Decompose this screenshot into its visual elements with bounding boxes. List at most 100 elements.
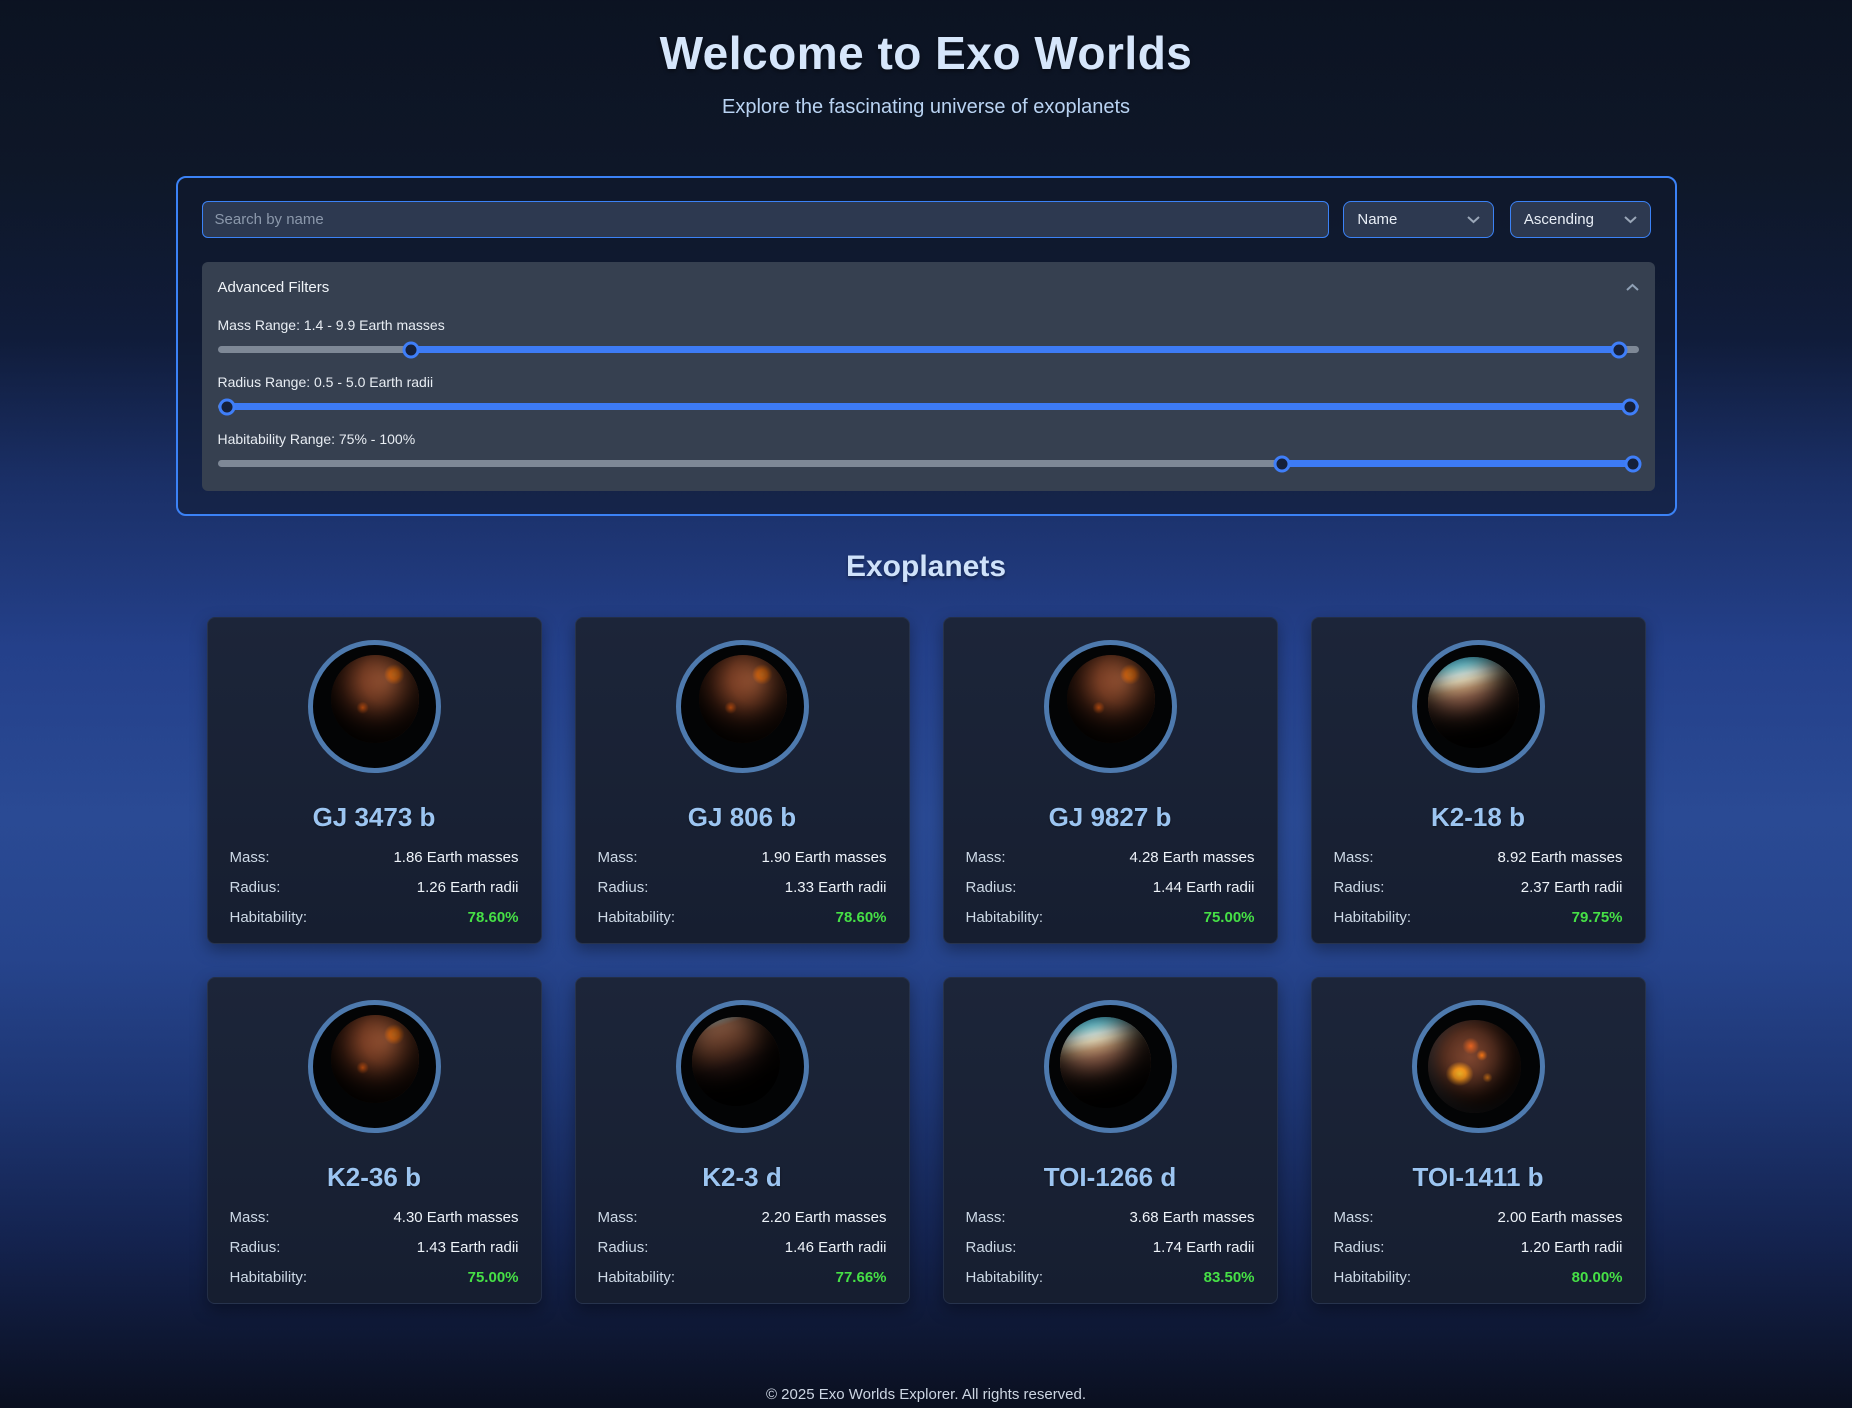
radius-value: 1.33 Earth radii [785, 879, 887, 896]
sort-order-select[interactable]: Ascending [1510, 201, 1651, 238]
radius-label: Radius: [598, 879, 649, 896]
radius-range-slider[interactable] [218, 403, 1639, 410]
radius-label: Radius: [598, 1239, 649, 1256]
mass-range-filter: Mass Range: 1.4 - 9.9 Earth masses [218, 317, 1639, 353]
advanced-filters-header[interactable]: Advanced Filters [218, 279, 1639, 296]
chevron-down-icon [1624, 215, 1637, 224]
mass-label: Mass: [598, 1209, 638, 1226]
planet-card[interactable]: GJ 9827 b Mass:4.28 Earth masses Radius:… [943, 617, 1278, 944]
mass-value: 2.20 Earth masses [761, 1209, 886, 1226]
advanced-filters-panel: Advanced Filters Mass Range: 1.4 - 9.9 E… [202, 262, 1655, 491]
planet-card[interactable]: GJ 3473 b Mass:1.86 Earth masses Radius:… [207, 617, 542, 944]
habitability-label: Habitability: [1334, 1269, 1412, 1286]
mass-value: 1.90 Earth masses [761, 849, 886, 866]
mass-value: 4.28 Earth masses [1129, 849, 1254, 866]
planet-stats: Mass:4.30 Earth masses Radius:1.43 Earth… [230, 1209, 519, 1286]
slider-max-handle[interactable] [1621, 398, 1638, 415]
habitability-range-slider[interactable] [218, 460, 1639, 467]
planet-name: GJ 9827 b [966, 802, 1255, 833]
planet-name: K2-36 b [230, 1162, 519, 1193]
mass-value: 1.86 Earth masses [393, 849, 518, 866]
planet-name: TOI-1266 d [966, 1162, 1255, 1193]
page-subtitle: Explore the fascinating universe of exop… [73, 96, 1779, 119]
habitability-label: Habitability: [598, 909, 676, 926]
mass-label: Mass: [1334, 849, 1374, 866]
radius-value: 2.37 Earth radii [1521, 879, 1623, 896]
planet-card[interactable]: K2-3 d Mass: 2.20 Earth masses Radius: 1.4… [575, 977, 910, 1304]
planet-stats: Mass:1.86 Earth masses Radius:1.26 Earth… [230, 849, 519, 926]
mass-value: 4.30 Earth masses [393, 1209, 518, 1226]
planet-image [1044, 640, 1177, 773]
planet-card[interactable]: TOI-1266 d Mass:3.68 Earth masses Radius… [943, 977, 1278, 1304]
mass-label: Mass: [230, 1209, 270, 1226]
chevron-down-icon [1467, 215, 1480, 224]
radius-value: 1.26 Earth radii [417, 879, 519, 896]
planet-image [676, 640, 809, 773]
habitability-value: 75.00% [1204, 909, 1255, 926]
slider-fill [1282, 460, 1633, 467]
habitability-value: 79.75% [1572, 909, 1623, 926]
mass-value: 2.00 Earth masses [1497, 1209, 1622, 1226]
planet-stats: Mass:3.68 Earth masses Radius:1.74 Earth… [966, 1209, 1255, 1286]
filter-panel: Name Ascending Advanced Filters Mass Ran… [176, 176, 1677, 516]
slider-min-handle[interactable] [219, 398, 236, 415]
radius-value: 1.43 Earth radii [417, 1239, 519, 1256]
radius-label: Radius: [1334, 1239, 1385, 1256]
planet-image [308, 640, 441, 773]
sort-by-value: Name [1357, 211, 1397, 228]
slider-fill [411, 346, 1619, 353]
radius-value: 1.46 Earth radii [785, 1239, 887, 1256]
planet-name: K2-3 d [598, 1162, 887, 1193]
mass-value: 8.92 Earth masses [1497, 849, 1622, 866]
planet-name: TOI-1411 b [1334, 1162, 1623, 1193]
radius-value: 1.44 Earth radii [1153, 879, 1255, 896]
planet-name: GJ 3473 b [230, 802, 519, 833]
radius-value: 1.74 Earth radii [1153, 1239, 1255, 1256]
habitability-label: Habitability: [230, 1269, 308, 1286]
planet-image [676, 1000, 809, 1133]
slider-max-handle[interactable] [1624, 455, 1641, 472]
mass-label: Mass: [1334, 1209, 1374, 1226]
mass-label: Mass: [966, 1209, 1006, 1226]
planet-card[interactable]: GJ 806 b Mass: 1.90 Earth masses Radius: 1… [575, 617, 910, 944]
advanced-filters-title: Advanced Filters [218, 279, 330, 296]
mass-label: Mass: [966, 849, 1006, 866]
slider-fill [227, 403, 1630, 410]
slider-min-handle[interactable] [402, 341, 419, 358]
planet-stats: Mass: 8.92 Earth masses Radius: 2.37 Earth… [1334, 849, 1623, 926]
radius-label: Radius: [1334, 879, 1385, 896]
planet-image [308, 1000, 441, 1133]
page-title: Welcome to Exo Worlds [73, 26, 1779, 80]
controls-row: Name Ascending [202, 201, 1651, 238]
habitability-label: Habitability: [966, 909, 1044, 926]
habitability-value: 75.00% [468, 1269, 519, 1286]
footer-text: © 2025 Exo Worlds Explorer. All rights r… [73, 1386, 1779, 1403]
planet-name: GJ 806 b [598, 802, 887, 833]
habitability-label: Habitability: [1334, 909, 1412, 926]
sort-by-select[interactable]: Name [1343, 201, 1494, 238]
planet-stats: Mass: 2.20 Earth masses Radius: 1.46 Earth… [598, 1209, 887, 1286]
mass-label: Mass: [598, 849, 638, 866]
mass-range-slider[interactable] [218, 346, 1639, 353]
planet-stats: Mass: 1.90 Earth masses Radius: 1.33 Earth… [598, 849, 887, 926]
section-title: Exoplanets [73, 550, 1779, 584]
planet-card[interactable]: TOI-1411 b Mass: 2.00 Earth masses Radius… [1311, 977, 1646, 1304]
radius-range-label: Radius Range: 0.5 - 5.0 Earth radii [218, 374, 1639, 390]
habitability-label: Habitability: [230, 909, 308, 926]
habitability-label: Habitability: [598, 1269, 676, 1286]
mass-range-label: Mass Range: 1.4 - 9.9 Earth masses [218, 317, 1639, 333]
habitability-range-filter: Habitability Range: 75% - 100% [218, 431, 1639, 467]
planet-card[interactable]: K2-36 b Mass:4.30 Earth masses Radius:1.… [207, 977, 542, 1304]
planet-card[interactable]: K2-18 b Mass:8.92 Earth masses Radius:2.… [1311, 617, 1646, 944]
mass-value: 3.68 Earth masses [1129, 1209, 1254, 1226]
habitability-value: 83.50% [1204, 1269, 1255, 1286]
planet-grid: GJ 3473 b Mass:1.86 Earth masses Radius:… [73, 617, 1779, 1304]
page-content: Welcome to Exo Worlds Explore the fascin… [73, 26, 1779, 1403]
slider-max-handle[interactable] [1610, 341, 1627, 358]
habitability-value: 77.66% [836, 1269, 887, 1286]
habitability-value: 78.60% [468, 909, 519, 926]
search-input[interactable] [202, 201, 1330, 238]
radius-label: Radius: [230, 879, 281, 896]
slider-min-handle[interactable] [1273, 455, 1290, 472]
chevron-up-icon[interactable] [1626, 283, 1639, 292]
